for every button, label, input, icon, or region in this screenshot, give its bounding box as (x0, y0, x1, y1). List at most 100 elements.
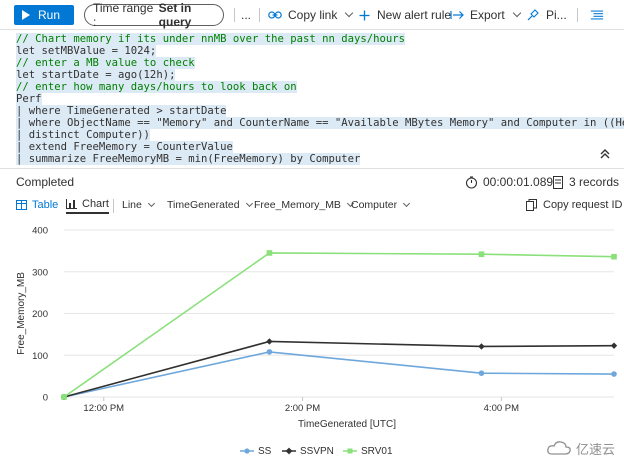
query-line-11: | summarize FreeMemoryMB = min(FreeMemor… (16, 153, 361, 165)
query-line-5: // enter how many days/hours to look bac… (16, 81, 297, 93)
record-count: 3 records (553, 175, 619, 189)
format-query-button[interactable] (590, 6, 610, 24)
legend-item-srv01[interactable]: SRV01 (343, 444, 393, 458)
split-by-dropdown[interactable]: Computer (351, 196, 411, 214)
watermark: 亿速云 (546, 439, 615, 457)
records-value: 3 records (569, 175, 620, 189)
legend-label-srv01: SRV01 (361, 445, 393, 457)
x-tick-label: 12:00 PM (83, 403, 124, 414)
data-point-srv01 (266, 250, 273, 256)
chevron-down-icon (147, 199, 155, 208)
run-label: Run (38, 8, 61, 22)
table-icon (16, 200, 27, 210)
data-point-srv01 (61, 394, 67, 400)
chevron-down-icon (512, 8, 521, 18)
tab-table-label: Table (32, 199, 59, 211)
export-button[interactable]: Export (450, 6, 521, 24)
chart-canvas: 0 100 200 300 400 12:00 PM 2:00 PM 4:00 PM TimeG… (16, 226, 618, 430)
y-tick-label: 200 (32, 309, 48, 320)
query-line-6: Perf (16, 93, 42, 105)
toolbar-divider (234, 8, 235, 22)
records-icon (553, 175, 563, 189)
query-line-9: | distinct Computer)) (16, 129, 150, 141)
chevron-down-icon (245, 199, 253, 208)
line-chart: 0 100 200 300 400 12:00 PM 2:00 PM 4:00 PM TimeG… (0, 216, 624, 460)
y-tick-label: 100 (32, 351, 48, 362)
more-label: ... (241, 8, 252, 22)
results-divider (113, 199, 114, 213)
x-axis-dropdown[interactable]: TimeGenerated (167, 196, 253, 214)
data-point-ssvpn (610, 342, 618, 349)
chart-type-dropdown[interactable]: Line (122, 196, 155, 214)
data-point-ss (611, 371, 617, 377)
x-tick-label: 4:00 PM (484, 403, 519, 414)
y-tick-label: 0 (43, 393, 48, 404)
elapsed-value: 00:00:01.089 (483, 175, 554, 189)
y-tick-label: 300 (32, 267, 48, 278)
y-axis-title: Free_Memory_MB (16, 272, 27, 355)
format-lines-icon (590, 9, 604, 21)
copy-link-button[interactable]: Copy link (268, 6, 354, 24)
data-point-ssvpn (266, 338, 273, 345)
chevron-down-icon (403, 199, 411, 208)
data-point-srv01 (478, 251, 485, 258)
results-header: Completed 00:00:01.089 3 records Table C… (0, 168, 624, 216)
time-range-picker[interactable]: Time range : Set in query (84, 1, 224, 29)
query-line-7: | where TimeGenerated > startDate (16, 105, 227, 117)
y-axis-value: Free_Memory_MB (254, 199, 341, 211)
more-button[interactable]: ... (241, 6, 251, 24)
x-tick-label: 2:00 PM (285, 403, 320, 414)
data-point-ssvpn (478, 343, 485, 350)
query-line-8: | where ObjectName == "Memory" and Count… (16, 117, 624, 129)
legend-marker-circle-icon (240, 448, 254, 454)
pin-icon (526, 9, 540, 21)
toolbar-divider (259, 8, 260, 22)
copy-icon (526, 199, 537, 211)
query-toolbar: Run Time range : Set in query ... Copy l… (0, 0, 624, 30)
query-editor[interactable]: // Chart memory if its under nnMB over t… (0, 30, 624, 168)
data-point-ss (478, 370, 485, 377)
x-axis-value: TimeGenerated (167, 199, 240, 211)
query-line-3: // enter a MB value to check (16, 57, 195, 69)
tab-table[interactable]: Table (16, 196, 58, 214)
chevron-down-icon (345, 8, 354, 18)
y-tick-label: 400 (32, 226, 48, 237)
legend-item-ss[interactable]: SS (240, 444, 271, 458)
tab-chart-label: Chart (82, 198, 109, 210)
pin-label: Pi... (546, 8, 567, 22)
query-status: Completed (16, 175, 75, 189)
copy-request-id-label: Copy request ID (543, 199, 623, 211)
toolbar-divider (577, 8, 578, 22)
tab-chart[interactable]: Chart (66, 196, 109, 214)
play-icon (22, 10, 30, 20)
y-axis-dropdown[interactable]: Free_Memory_MB (254, 196, 354, 214)
legend-label-ss: SS (258, 445, 272, 457)
copy-request-id-button[interactable]: Copy request ID (526, 196, 622, 214)
query-line-4: let startDate = ago(12h); (16, 69, 176, 81)
collapse-editor-icon[interactable] (599, 148, 611, 160)
plus-icon (357, 10, 371, 21)
export-arrow-icon (450, 10, 464, 20)
bar-chart-icon (66, 199, 77, 209)
legend-item-ssvpn[interactable]: SSVPN (282, 444, 334, 458)
new-alert-rule-button[interactable]: New alert rule (357, 6, 451, 24)
data-point-srv01 (611, 253, 617, 260)
query-line-10: | extend FreeMemory = CounterValue (16, 141, 233, 153)
data-point-ss (266, 349, 273, 355)
split-by-value: Computer (351, 199, 398, 211)
export-label: Export (470, 8, 505, 22)
legend-marker-diamond-icon (282, 447, 296, 455)
query-line-2: let setMBValue = 1024; (16, 45, 157, 57)
new-alert-rule-label: New alert rule (377, 8, 452, 22)
series-line-ssvpn (63, 340, 615, 398)
watermark-text: 亿速云 (576, 441, 616, 457)
time-range-prefix: Time range : (93, 1, 154, 29)
stopwatch-icon (465, 175, 478, 189)
copy-link-label: Copy link (288, 8, 338, 22)
pin-button[interactable]: Pi... (526, 6, 567, 24)
elapsed-time: 00:00:01.089 (465, 175, 553, 189)
query-line-1: // Chart memory if its under nnMB over t… (16, 33, 406, 45)
cloud-logo-icon (547, 441, 571, 455)
run-button[interactable]: Run (14, 5, 74, 25)
legend-marker-square-icon (343, 448, 357, 454)
